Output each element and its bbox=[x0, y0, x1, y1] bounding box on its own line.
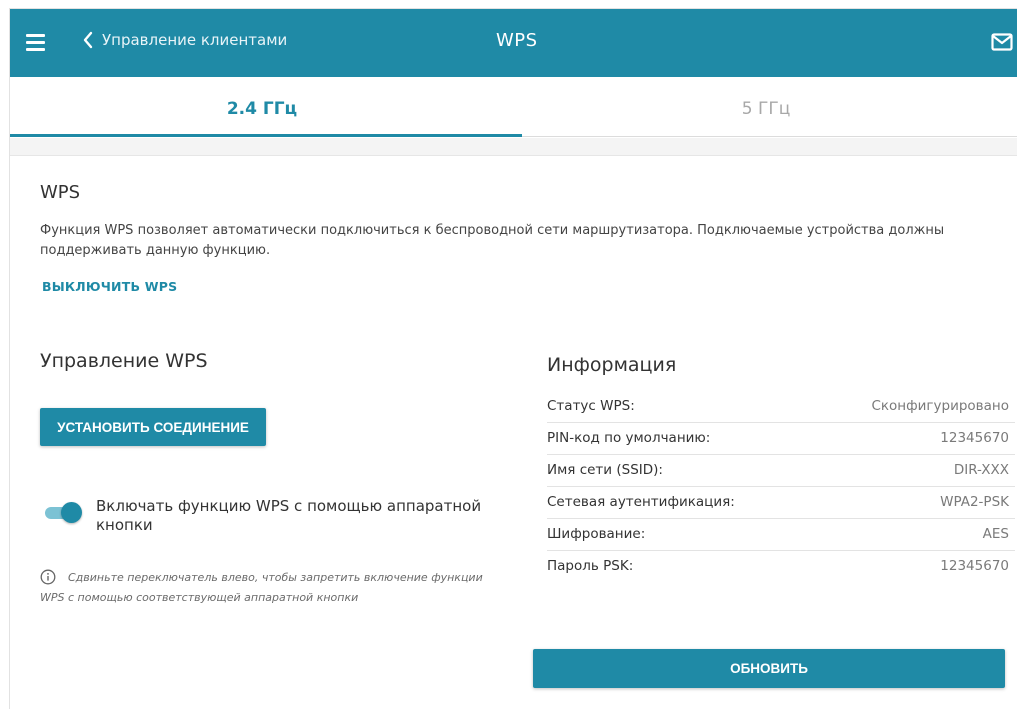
wps-management-title: Управление WPS bbox=[40, 350, 208, 372]
info-row-ssid: Имя сети (SSID): DIR-XXX bbox=[547, 455, 1015, 487]
info-panel: Информация Статус WPS: Сконфигурировано … bbox=[547, 354, 1015, 574]
top-bar: Управление клиентами WPS bbox=[10, 9, 1017, 77]
info-table: Статус WPS: Сконфигурировано PIN-код по … bbox=[547, 391, 1015, 583]
info-row-encryption: Шифрование: AES bbox=[547, 519, 1015, 551]
wps-management-panel: Управление WPS УСТАНОВИТЬ СОЕДИНЕНИЕ Вкл… bbox=[40, 350, 510, 604]
wps-description: Функция WPS позволяет автоматически подк… bbox=[40, 223, 945, 258]
section-divider bbox=[10, 138, 1017, 156]
info-row-authentication: Сетевая аутентификация: WPA2-PSK bbox=[547, 487, 1015, 519]
establish-connection-button[interactable]: УСТАНОВИТЬ СОЕДИНЕНИЕ bbox=[40, 408, 266, 446]
back-link[interactable]: Управление клиентами bbox=[82, 31, 287, 49]
hardware-button-toggle-label: Включать функцию WPS с помощью аппаратно… bbox=[96, 497, 482, 534]
info-key: Сетевая аутентификация: bbox=[547, 494, 735, 510]
info-row-default-pin: PIN-код по умолчанию: 12345670 bbox=[547, 423, 1015, 455]
info-row-psk-password: Пароль PSK: 12345670 bbox=[547, 551, 1015, 583]
tab-5ghz[interactable]: 5 ГГц bbox=[514, 77, 1017, 137]
info-key: PIN-код по умолчанию: bbox=[547, 430, 711, 446]
info-key: Имя сети (SSID): bbox=[547, 462, 663, 478]
mail-icon[interactable] bbox=[991, 33, 1013, 51]
app-frame: Управление клиентами WPS 2.4 ГГц 5 ГГц W… bbox=[9, 8, 1017, 709]
band-tabs: 2.4 ГГц 5 ГГц bbox=[10, 77, 1017, 137]
hint-text: Сдвиньте переключатель влево, чтобы запр… bbox=[40, 571, 483, 604]
page-title: WPS bbox=[496, 30, 538, 51]
info-value: DIR-XXX bbox=[953, 462, 1009, 478]
info-value: 12345670 bbox=[940, 430, 1009, 446]
info-value: 12345670 bbox=[940, 558, 1009, 574]
info-key: Шифрование: bbox=[547, 526, 646, 542]
toggle-knob bbox=[61, 502, 82, 523]
tab-2-4ghz[interactable]: 2.4 ГГц bbox=[10, 77, 514, 137]
back-link-label: Управление клиентами bbox=[102, 31, 288, 49]
hamburger-menu-icon[interactable] bbox=[26, 34, 45, 51]
info-key: Пароль PSK: bbox=[547, 558, 634, 574]
active-tab-indicator bbox=[10, 134, 522, 137]
info-value: AES bbox=[982, 526, 1009, 542]
hardware-toggle-hint: Сдвиньте переключатель влево, чтобы запр… bbox=[40, 568, 510, 608]
chevron-left-icon bbox=[83, 31, 93, 49]
info-value: WPA2-PSK bbox=[940, 494, 1009, 510]
info-value: Сконфигурировано bbox=[871, 398, 1009, 414]
info-row-wps-status: Статус WPS: Сконфигурировано bbox=[547, 391, 1015, 423]
info-icon bbox=[40, 569, 56, 585]
info-title: Информация bbox=[547, 354, 677, 376]
info-key: Статус WPS: bbox=[547, 398, 635, 414]
refresh-button[interactable]: ОБНОВИТЬ bbox=[533, 649, 1005, 688]
hardware-button-toggle[interactable] bbox=[45, 502, 82, 523]
disable-wps-link[interactable]: ВЫКЛЮЧИТЬ WPS bbox=[42, 279, 177, 294]
wps-section-title: WPS bbox=[40, 182, 81, 203]
